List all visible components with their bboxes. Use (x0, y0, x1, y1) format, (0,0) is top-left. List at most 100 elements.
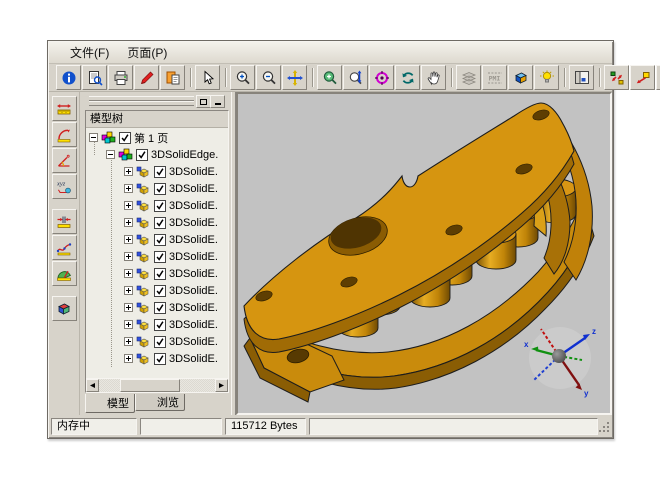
expand-icon[interactable] (124, 235, 133, 244)
viewport-3d[interactable]: z x y (236, 92, 612, 415)
expand-icon[interactable] (124, 303, 133, 312)
tree-row[interactable]: 3DSolidE. (124, 248, 218, 265)
visibility-checkbox[interactable] (154, 285, 166, 297)
export-page-button[interactable] (160, 65, 185, 90)
annotate-button[interactable] (134, 65, 159, 90)
lighting-button[interactable] (534, 65, 559, 90)
expand-icon[interactable] (124, 320, 133, 329)
tree-item-label: 3DSolidEdge. (151, 149, 218, 161)
tree-row[interactable]: 3DSolidE. (124, 163, 218, 180)
visibility-checkbox[interactable] (154, 268, 166, 280)
view-3d-icon (513, 70, 529, 86)
measure-angle-button[interactable] (52, 148, 77, 173)
move-part-button[interactable] (630, 65, 655, 90)
tree-row[interactable]: 3DSolidE. (124, 333, 218, 350)
measure-area-button[interactable] (52, 261, 77, 286)
print-button[interactable] (108, 65, 133, 90)
tree-row[interactable]: 3DSolidEdge. (106, 146, 218, 163)
pan-axes-button[interactable] (282, 65, 307, 90)
expand-icon[interactable] (124, 218, 133, 227)
tree-row[interactable]: 3DSolidE. (124, 350, 218, 367)
tree-connector (111, 155, 113, 367)
tree-row[interactable]: 3DSolidE. (124, 316, 218, 333)
orbit-center-button[interactable] (369, 65, 394, 90)
scroll-track[interactable] (99, 379, 215, 392)
menu-bar: 文件(F) 页面(P) (49, 42, 612, 64)
measure-length-button[interactable] (52, 96, 77, 121)
zoom-out-button[interactable] (256, 65, 281, 90)
expand-icon[interactable] (124, 201, 133, 210)
scroll-right-arrow[interactable] (215, 379, 228, 392)
print-preview-button[interactable] (82, 65, 107, 90)
visibility-checkbox[interactable] (154, 319, 166, 331)
about-button[interactable] (56, 65, 81, 90)
visibility-checkbox[interactable] (154, 183, 166, 195)
tab-browse[interactable]: 浏览 (135, 394, 185, 411)
visibility-checkbox[interactable] (154, 302, 166, 314)
visibility-checkbox[interactable] (154, 217, 166, 229)
measure-gap-button[interactable] (52, 209, 77, 234)
tree-row[interactable]: 3DSolidE. (124, 214, 218, 231)
tree-row[interactable]: 第 1 页 (89, 129, 168, 146)
expand-icon[interactable] (124, 354, 133, 363)
measure-curve-button[interactable] (52, 235, 77, 260)
main-toolbar: PMIBOM (49, 64, 612, 92)
visibility-checkbox[interactable] (154, 166, 166, 178)
expand-icon[interactable] (124, 167, 133, 176)
orientation-triad[interactable]: z x y (524, 327, 596, 398)
menu-page[interactable]: 页面(P) (118, 42, 176, 63)
measure-radius-button[interactable] (52, 122, 77, 147)
part-icon (136, 318, 151, 332)
resize-grip[interactable] (601, 420, 610, 433)
orbit-center-icon (374, 70, 390, 86)
layers-icon (461, 70, 477, 86)
measure-volume-button[interactable] (52, 296, 77, 321)
scroll-thumb[interactable] (120, 379, 180, 392)
tab-browse-label: 浏览 (157, 394, 179, 410)
menu-file[interactable]: 文件(F) (61, 42, 118, 63)
zoom-window-button[interactable] (317, 65, 342, 90)
part-icon (136, 301, 151, 315)
model-tree[interactable]: 第 1 页3DSolidEdge.3DSolidE.3DSolidE.3DSol… (86, 128, 228, 379)
tree-row[interactable]: 3DSolidE. (124, 265, 218, 282)
rotate-part-button[interactable] (656, 65, 660, 90)
visibility-checkbox[interactable] (154, 200, 166, 212)
explode-assembly-button[interactable] (604, 65, 629, 90)
visibility-checkbox[interactable] (154, 251, 166, 263)
panel-float-button[interactable] (196, 95, 211, 108)
tree-item-label: 3DSolidE. (169, 217, 218, 229)
tree-row[interactable]: 3DSolidE. (124, 299, 218, 316)
zoom-in-button[interactable] (230, 65, 255, 90)
visibility-checkbox[interactable] (136, 149, 148, 161)
tree-row[interactable]: 3DSolidE. (124, 282, 218, 299)
tree-row[interactable]: 3DSolidE. (124, 197, 218, 214)
tree-item-label: 3DSolidE. (169, 251, 218, 263)
tree-horizontal-scrollbar[interactable] (86, 378, 228, 392)
view-3d-button[interactable] (508, 65, 533, 90)
visibility-checkbox[interactable] (154, 234, 166, 246)
refresh-view-button[interactable] (395, 65, 420, 90)
expand-icon[interactable] (124, 337, 133, 346)
tab-model[interactable]: 模型 (85, 394, 135, 413)
select-button[interactable] (195, 65, 220, 90)
expand-icon[interactable] (124, 184, 133, 193)
visibility-checkbox[interactable] (119, 132, 131, 144)
pan-hand-button[interactable] (421, 65, 446, 90)
collapse-icon[interactable] (89, 133, 98, 142)
scroll-left-arrow[interactable] (86, 379, 99, 392)
coordinate-xyz-button[interactable]: xyz (52, 174, 77, 199)
panel-grip[interactable] (87, 95, 226, 107)
toolbar-separator (560, 66, 569, 89)
expand-icon[interactable] (124, 252, 133, 261)
assembly-icon (101, 131, 116, 145)
collapse-icon[interactable] (106, 150, 115, 159)
tree-row[interactable]: 3DSolidE. (124, 180, 218, 197)
visibility-checkbox[interactable] (154, 336, 166, 348)
zoom-dynamic-button[interactable] (343, 65, 368, 90)
expand-icon[interactable] (124, 286, 133, 295)
panel-hide-button[interactable] (210, 95, 225, 108)
visibility-checkbox[interactable] (154, 353, 166, 365)
tree-row[interactable]: 3DSolidE. (124, 231, 218, 248)
expand-icon[interactable] (124, 269, 133, 278)
model-tree-toggle-button[interactable] (569, 65, 594, 90)
